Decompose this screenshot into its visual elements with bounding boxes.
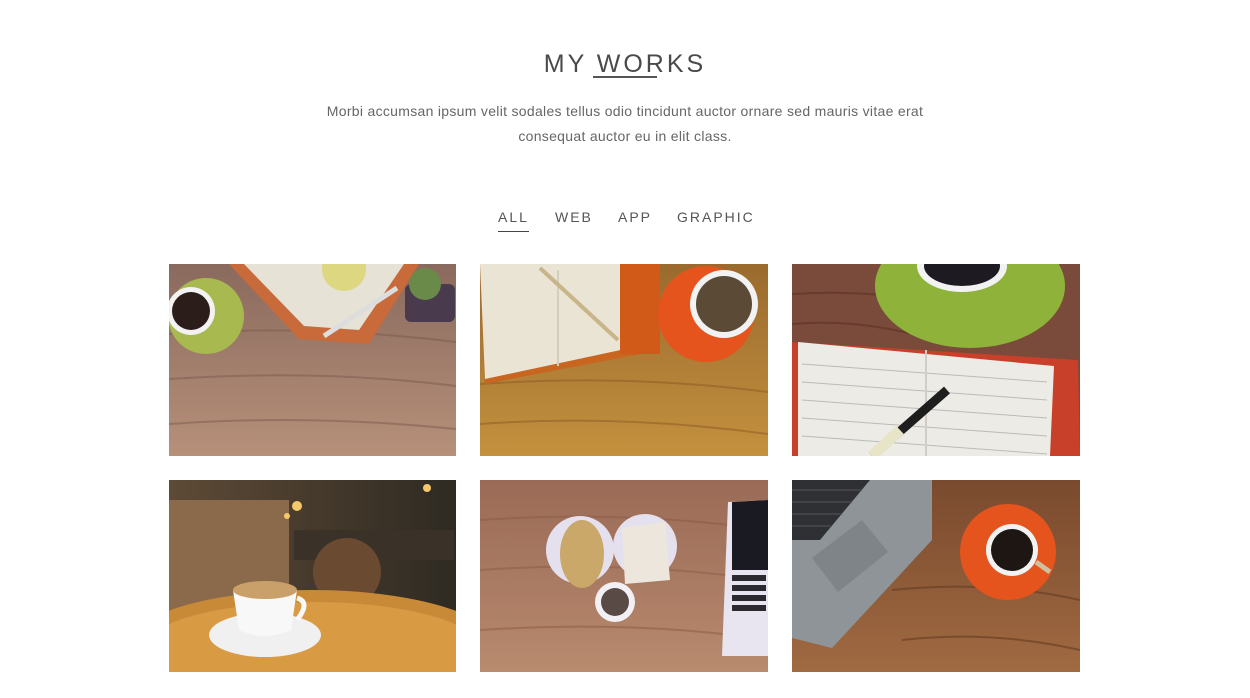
portfolio-image-5 bbox=[480, 480, 768, 672]
portfolio-item-5[interactable] bbox=[480, 480, 768, 672]
portfolio-image-1 bbox=[169, 264, 456, 456]
portfolio-image-4 bbox=[169, 480, 456, 672]
portfolio-item-1[interactable] bbox=[169, 264, 456, 456]
filter-web[interactable]: WEB bbox=[555, 209, 593, 231]
description-line-1: Morbi accumsan ipsum velit sodales tellu… bbox=[326, 103, 924, 119]
portfolio-image-3 bbox=[792, 264, 1080, 456]
portfolio-item-3[interactable] bbox=[792, 264, 1080, 456]
portfolio-item-6[interactable] bbox=[792, 480, 1080, 672]
portfolio-item-2[interactable] bbox=[480, 264, 768, 456]
filter-app[interactable]: APP bbox=[618, 209, 652, 231]
portfolio-image-2 bbox=[480, 264, 768, 456]
portfolio-filter-bar: ALL WEB APP GRAPHIC bbox=[0, 209, 1250, 235]
title-underline-divider bbox=[593, 76, 657, 78]
filter-all[interactable]: ALL bbox=[498, 209, 529, 232]
section-description: Morbi accumsan ipsum velit sodales tellu… bbox=[312, 99, 938, 149]
section-title: MY WORKS bbox=[543, 49, 707, 78]
description-line-2: consequat auctor eu in elit class. bbox=[518, 128, 732, 144]
portfolio-image-6 bbox=[792, 480, 1080, 672]
portfolio-item-4[interactable] bbox=[169, 480, 456, 672]
filter-graphic[interactable]: GRAPHIC bbox=[677, 209, 755, 231]
